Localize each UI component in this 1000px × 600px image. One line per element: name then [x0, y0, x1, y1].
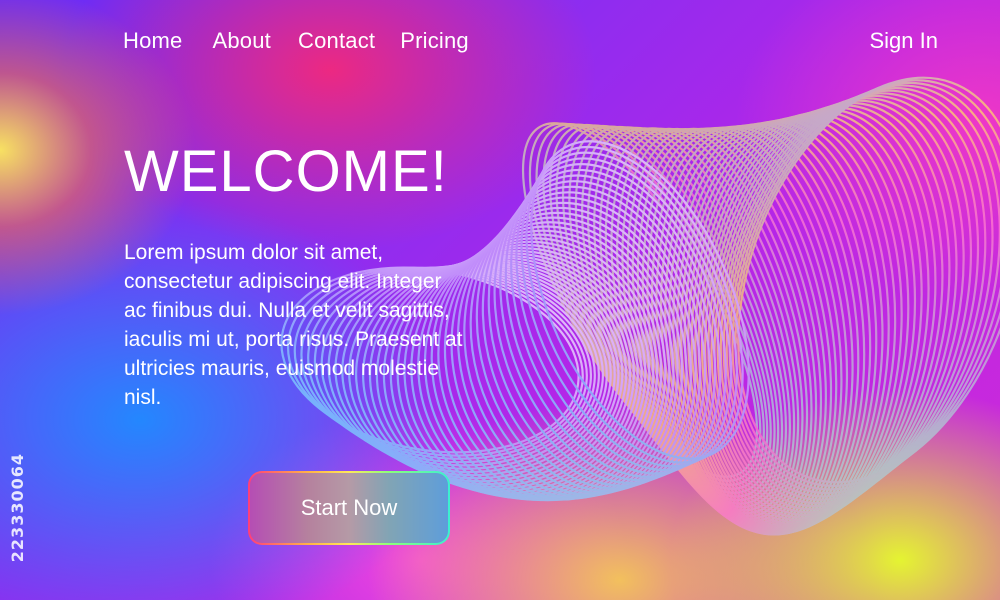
nav-pricing-link[interactable]: Pricing — [400, 28, 469, 54]
nav-home-link[interactable]: Home — [123, 28, 183, 54]
start-now-button[interactable]: Start Now — [248, 471, 450, 545]
hero-body-text: Lorem ipsum dolor sit amet, consectetur … — [124, 241, 463, 409]
main-nav: Home About Contact Pricing — [123, 28, 499, 54]
hero-title: WELCOME! — [124, 139, 448, 204]
nav-about-link[interactable]: About — [213, 28, 272, 54]
nav-contact-link[interactable]: Contact — [298, 28, 375, 54]
start-now-button-label: Start Now — [250, 473, 448, 543]
sign-in-link[interactable]: Sign In — [870, 28, 939, 54]
stock-id-watermark: 223330064 — [8, 452, 27, 562]
